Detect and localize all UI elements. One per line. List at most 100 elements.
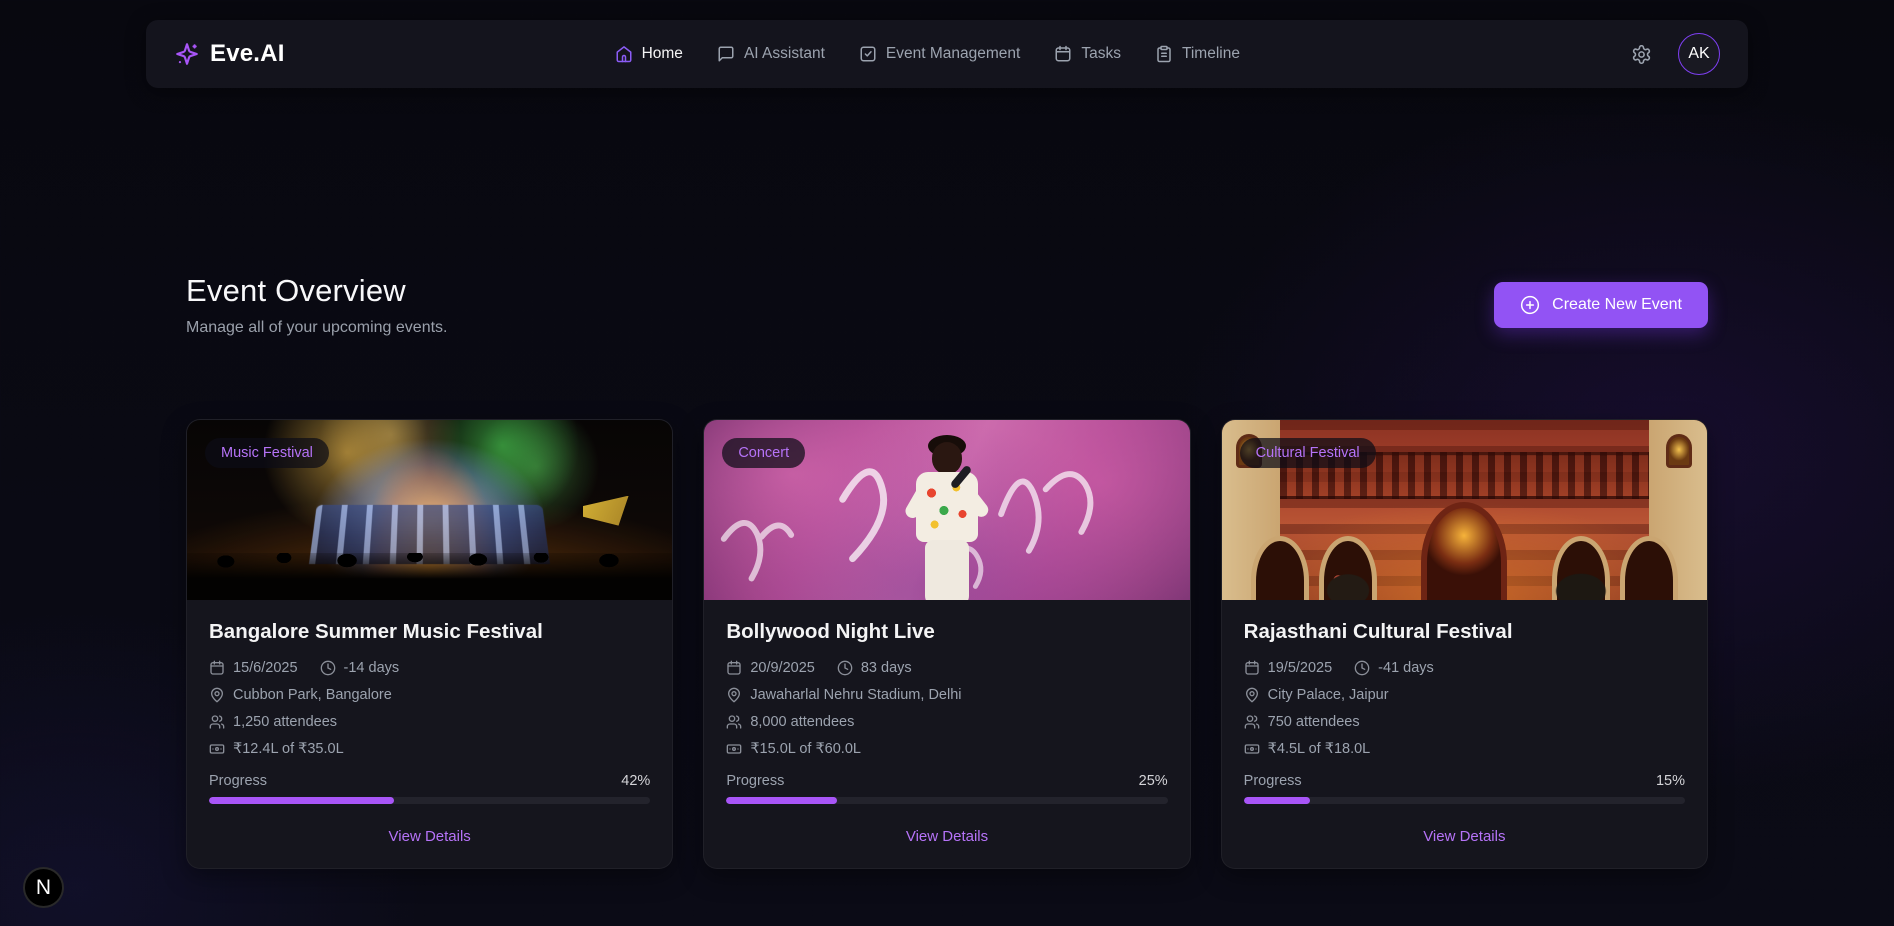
nav-item-label: AI Assistant: [744, 45, 825, 63]
attendees-row: 750 attendees: [1244, 714, 1685, 730]
brand[interactable]: Eve.AI: [174, 40, 285, 68]
top-navigation-bar: Eve.AI Home AI Assistant: [146, 20, 1748, 88]
progress-head: Progress 15%: [1244, 773, 1685, 789]
performer-graphic: [902, 442, 992, 600]
users-icon: [209, 714, 225, 730]
attendees-row: 8,000 attendees: [726, 714, 1167, 730]
check-square-icon: [859, 45, 877, 63]
event-budget: ₹15.0L of ₹60.0L: [750, 741, 861, 757]
chat-bubble-icon: [717, 45, 735, 63]
home-icon: [615, 45, 633, 63]
plus-circle-icon: [1520, 295, 1540, 315]
view-details-link[interactable]: View Details: [906, 828, 988, 845]
clock-icon: [1354, 660, 1370, 676]
progress-label: Progress: [209, 773, 267, 789]
progress-percentage: 25%: [1139, 773, 1168, 789]
category-badge: Concert: [722, 438, 805, 468]
palace-window-graphic: [1666, 434, 1692, 468]
date-row: 20/9/2025 83 days: [726, 660, 1167, 676]
event-attendees: 750 attendees: [1268, 714, 1360, 730]
event-days-remaining: -41 days: [1378, 660, 1434, 676]
map-pin-icon: [209, 687, 225, 703]
progress-bar-fill: [1244, 797, 1310, 804]
card-body: Bollywood Night Live 20/9/2025 83 days: [704, 600, 1189, 868]
map-pin-icon: [1244, 687, 1260, 703]
budget-row: ₹4.5L of ₹18.0L: [1244, 741, 1685, 757]
event-photo-concert: Concert: [704, 420, 1189, 600]
days-group: -14 days: [320, 660, 400, 676]
calendar-icon: [726, 660, 742, 676]
users-icon: [726, 714, 742, 730]
progress-percentage: 15%: [1656, 773, 1685, 789]
progress-label: Progress: [726, 773, 784, 789]
nav-item-tasks[interactable]: Tasks: [1054, 45, 1121, 63]
nav-item-ai-assistant[interactable]: AI Assistant: [717, 45, 825, 63]
nav-item-label: Tasks: [1081, 45, 1121, 63]
event-title: Rajasthani Cultural Festival: [1244, 620, 1685, 644]
calendar-icon: [1244, 660, 1260, 676]
category-badge: Music Festival: [205, 438, 329, 468]
event-title: Bollywood Night Live: [726, 620, 1167, 644]
clock-icon: [837, 660, 853, 676]
nav-right: AK: [1631, 33, 1720, 75]
date-group: 19/5/2025: [1244, 660, 1333, 676]
category-badge: Cultural Festival: [1240, 438, 1376, 468]
progress-percentage: 42%: [621, 773, 650, 789]
view-details-link[interactable]: View Details: [389, 828, 471, 845]
nav-item-timeline[interactable]: Timeline: [1155, 45, 1240, 63]
nav-item-label: Home: [642, 45, 683, 63]
date-row: 19/5/2025 -41 days: [1244, 660, 1685, 676]
date-group: 20/9/2025: [726, 660, 815, 676]
map-pin-icon: [726, 687, 742, 703]
attendees-row: 1,250 attendees: [209, 714, 650, 730]
page-header-text: Event Overview Manage all of your upcomi…: [186, 273, 447, 337]
location-row: Cubbon Park, Bangalore: [209, 687, 650, 703]
card-footer: View Details: [209, 826, 650, 846]
event-location: Jawaharlal Nehru Stadium, Delhi: [750, 687, 961, 703]
progress-head: Progress 25%: [726, 773, 1167, 789]
nav-item-event-management[interactable]: Event Management: [859, 45, 1020, 63]
event-attendees: 8,000 attendees: [750, 714, 854, 730]
event-date: 20/9/2025: [750, 660, 815, 676]
event-attendees: 1,250 attendees: [233, 714, 337, 730]
view-details-link[interactable]: View Details: [1423, 828, 1505, 845]
date-group: 15/6/2025: [209, 660, 298, 676]
brand-name: Eve.AI: [210, 40, 285, 68]
page-title: Event Overview: [186, 273, 447, 309]
budget-row: ₹15.0L of ₹60.0L: [726, 741, 1167, 757]
event-title: Bangalore Summer Music Festival: [209, 620, 650, 644]
page-subtitle: Manage all of your upcoming events.: [186, 319, 447, 337]
event-cards-grid: Music Festival Bangalore Summer Music Fe…: [186, 419, 1708, 869]
nextjs-dev-indicator[interactable]: N: [23, 867, 64, 908]
event-budget: ₹12.4L of ₹35.0L: [233, 741, 344, 757]
event-days-remaining: 83 days: [861, 660, 912, 676]
banknote-icon: [209, 741, 225, 757]
location-row: City Palace, Jaipur: [1244, 687, 1685, 703]
card-footer: View Details: [1244, 826, 1685, 846]
card-body: Bangalore Summer Music Festival 15/6/202…: [187, 600, 672, 868]
gear-icon[interactable]: [1631, 44, 1652, 65]
event-location: Cubbon Park, Bangalore: [233, 687, 392, 703]
budget-row: ₹12.4L of ₹35.0L: [209, 741, 650, 757]
calendar-icon: [1054, 45, 1072, 63]
clipboard-icon: [1155, 45, 1173, 63]
nav-item-home[interactable]: Home: [615, 45, 683, 63]
nav-item-label: Event Management: [886, 45, 1020, 63]
event-card-bollywood-night-live: Concert Bollywood Night Live 20/9/2025: [703, 419, 1190, 869]
progress-bar-fill: [209, 797, 394, 804]
festival-crowd-graphic: [187, 553, 672, 600]
banknote-icon: [1244, 741, 1260, 757]
event-photo-music-festival: Music Festival: [187, 420, 672, 600]
nav-items: Home AI Assistant Event Management: [615, 45, 1240, 63]
clock-icon: [320, 660, 336, 676]
create-new-event-button[interactable]: Create New Event: [1494, 282, 1708, 328]
progress-label: Progress: [1244, 773, 1302, 789]
event-photo-palace: Cultural Festival: [1222, 420, 1707, 600]
main-content: Event Overview Manage all of your upcomi…: [186, 273, 1708, 869]
create-new-event-label: Create New Event: [1552, 296, 1682, 314]
users-icon: [1244, 714, 1260, 730]
event-card-bangalore-summer-music-festival: Music Festival Bangalore Summer Music Fe…: [186, 419, 673, 869]
avatar[interactable]: AK: [1678, 33, 1720, 75]
palace-dancers-graphic: [1222, 570, 1707, 600]
festival-flag-graphic: [583, 496, 629, 526]
